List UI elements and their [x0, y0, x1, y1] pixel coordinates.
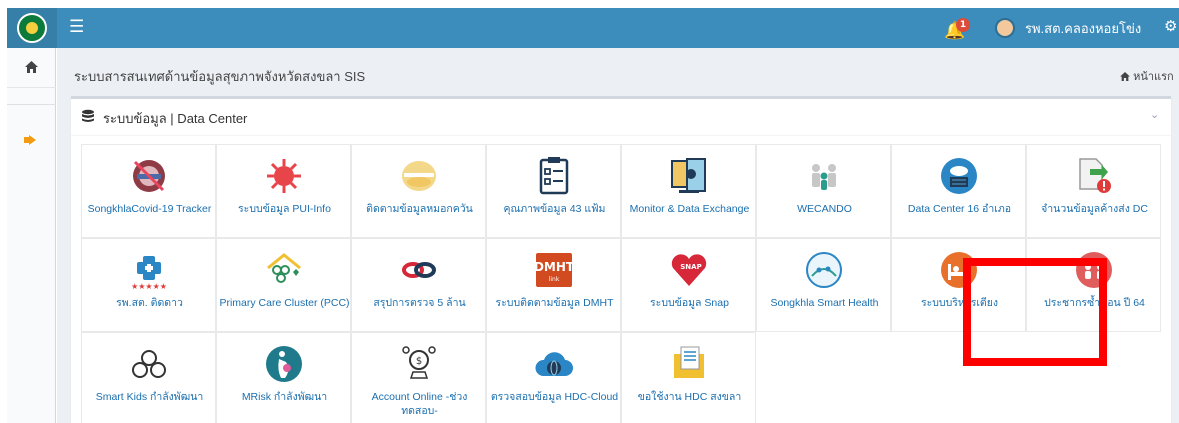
tile-monitor-data-exchange[interactable]: Monitor & Data Exchange [621, 144, 756, 238]
svg-text:link: link [549, 276, 560, 283]
tile-label: Primary Care Cluster (PCC) [219, 297, 350, 309]
tile-account-online[interactable]: $ Account Online -ช่วงทดสอบ- [351, 332, 486, 423]
data-exchange-icon [671, 158, 706, 193]
tile-label: MRisk กำลังพัฒนา [241, 391, 328, 403]
tile-haze-monitor[interactable]: ติดตามข้อมูลหมอกควัน [351, 144, 486, 238]
menu-toggle-icon[interactable]: ☰ [69, 17, 84, 37]
dmht-icon: DMHT link [534, 253, 574, 287]
tile-label: คุณภาพข้อมูล 43 แฟ้ม [503, 203, 606, 215]
data-center-box: ระบบข้อมูล | Data Center ⌄ SongkhlaCovid… [71, 96, 1171, 423]
cloud-globe-icon [535, 352, 573, 376]
clipboard-icon [539, 157, 569, 195]
svg-text:$: $ [416, 356, 422, 367]
family-icon [812, 164, 836, 190]
tile-wecando[interactable]: WECANDO [756, 144, 891, 238]
covid-tracker-icon [133, 160, 165, 192]
tile-43-files-quality[interactable]: คุณภาพข้อมูล 43 แฟ้ม [486, 144, 621, 238]
cloud-server-icon [941, 158, 977, 194]
tile-label: Monitor & Data Exchange [629, 203, 750, 215]
database-icon [82, 109, 94, 122]
tile-5-million-summary[interactable]: สรุปการตรวจ 5 ล้าน [351, 238, 486, 332]
logout-icon [24, 135, 36, 145]
sidebar-item-home[interactable] [7, 48, 56, 88]
tile-label: WECANDO [797, 203, 852, 215]
folder-doc-icon [674, 346, 704, 378]
tile-label: จำนวนข้อมูลค้างส่ง DC [1041, 203, 1148, 215]
home-icon [25, 60, 38, 73]
tile-bed-management[interactable]: ระบบบริหารเตียง [891, 238, 1026, 332]
notification-badge: 1 [956, 18, 970, 32]
money-icon: $ [402, 346, 436, 379]
collapse-chevron-icon[interactable]: ⌄ [1150, 108, 1159, 121]
user-name[interactable]: รพ.สต.คลองหอยโข่ง [1025, 18, 1141, 39]
sidebar-item-logout[interactable] [24, 134, 36, 148]
tile-label: สรุปการตรวจ 5 ล้าน [373, 297, 466, 309]
tile-data-center-16[interactable]: Data Center 16 อำเภอ [891, 144, 1026, 238]
tile-smart-kids[interactable]: Smart Kids กำลังพัฒนา [81, 332, 216, 423]
mask-icon [402, 161, 436, 191]
svg-text:★★★★★: ★★★★★ [131, 282, 167, 290]
tile-songkhla-smart-health[interactable]: Songkhla Smart Health [756, 238, 891, 332]
tile-mrisk[interactable]: MRisk กำลังพัฒนา [216, 332, 351, 423]
population-icon [1076, 252, 1112, 288]
tile-primary-care-cluster[interactable]: Primary Care Cluster (PCC) [216, 238, 351, 332]
avatar[interactable] [995, 18, 1015, 38]
content-area: ระบบสารสนเทศด้านข้อมูลสุขภาพจังหวัดสงขลา… [57, 48, 1179, 423]
box-header: ระบบข้อมูล | Data Center ⌄ [71, 99, 1171, 136]
bed-icon [941, 252, 977, 288]
kids-icon [132, 350, 166, 378]
tile-label: Account Online -ช่วงทดสอบ- [371, 391, 468, 417]
breadcrumb[interactable]: หน้าแรก [1120, 67, 1174, 85]
tile-label: Songkhla Smart Health [770, 297, 879, 309]
virus-icon [267, 159, 301, 193]
breadcrumb-home-label: หน้าแรก [1133, 71, 1174, 83]
sidebar [7, 48, 56, 423]
content-header: ระบบสารสนเทศด้านข้อมูลสุขภาพจังหวัดสงขลา… [57, 48, 1179, 96]
sidebar-divider [7, 104, 56, 105]
logo[interactable] [7, 8, 57, 48]
tile-label: ระบบข้อมูล PUI-Info [238, 203, 331, 215]
tile-label: ขอใช้งาน HDC สงขลา [637, 391, 742, 403]
pregnant-icon [266, 346, 302, 382]
tile-label: ตรวจสอบข้อมูล HDC-Cloud [490, 391, 619, 403]
tile-label: รพ.สต. ติดดาว [116, 297, 183, 309]
tile-label: ระบบบริหารเตียง [920, 297, 999, 309]
home-icon [1120, 72, 1130, 81]
file-warning-icon [1079, 158, 1111, 193]
tile-snap[interactable]: SNAP ระบบข้อมูล Snap [621, 238, 756, 332]
tile-hdc-songkhla-request[interactable]: ขอใช้งาน HDC สงขลา [621, 332, 756, 423]
page: ☰ 🔔 1 รพ.สต.คลองหอยโข่ง ⚙ ระบบสารสนเทศด้… [0, 0, 1179, 423]
tile-duplicate-population-64[interactable]: ประชากรซ้ำซ้อน ปี 64 [1026, 238, 1161, 332]
svg-text:SNAP: SNAP [680, 263, 701, 271]
tile-label: Smart Kids กำลังพัฒนา [95, 391, 204, 403]
smart-health-icon [806, 252, 842, 288]
tile-pui-info[interactable]: ระบบข้อมูล PUI-Info [216, 144, 351, 238]
notifications-button[interactable]: 🔔 1 [942, 16, 972, 42]
tile-dmht[interactable]: DMHT link ระบบติดตามข้อมูล DMHT [486, 238, 621, 332]
moph-logo-icon [17, 13, 47, 43]
family-house-icon [267, 253, 301, 283]
box-title: ระบบข้อมูล | Data Center [103, 111, 248, 126]
star-clinic-icon: ★★★★★ [131, 256, 167, 290]
tile-label: ระบบติดตามข้อมูล DMHT [495, 297, 614, 309]
tile-label: ระบบข้อมูล Snap [650, 297, 729, 309]
top-navbar: ☰ 🔔 1 รพ.สต.คลองหอยโข่ง ⚙ [7, 8, 1179, 48]
svg-text:DMHT: DMHT [534, 260, 574, 274]
tile-songkhla-covid-tracker[interactable]: SongkhlaCovid-19 Tracker [81, 144, 216, 238]
tile-label: SongkhlaCovid-19 Tracker [87, 203, 212, 215]
tile-label: ประชากรซ้ำซ้อน ปี 64 [1044, 297, 1145, 309]
link-icon [402, 262, 436, 278]
tile-label: ติดตามข้อมูลหมอกควัน [366, 203, 473, 215]
tile-star-clinic[interactable]: ★★★★★ รพ.สต. ติดดาว [81, 238, 216, 332]
tile-hdc-cloud-check[interactable]: ตรวจสอบข้อมูล HDC-Cloud [486, 332, 621, 423]
snap-heart-icon: SNAP [671, 254, 707, 286]
page-title: ระบบสารสนเทศด้านข้อมูลสุขภาพจังหวัดสงขลา… [74, 69, 366, 84]
tile-pending-dc-data[interactable]: จำนวนข้อมูลค้างส่ง DC [1026, 144, 1161, 238]
gear-icon[interactable]: ⚙ [1164, 17, 1177, 35]
tile-label: Data Center 16 อำเภอ [907, 203, 1012, 215]
